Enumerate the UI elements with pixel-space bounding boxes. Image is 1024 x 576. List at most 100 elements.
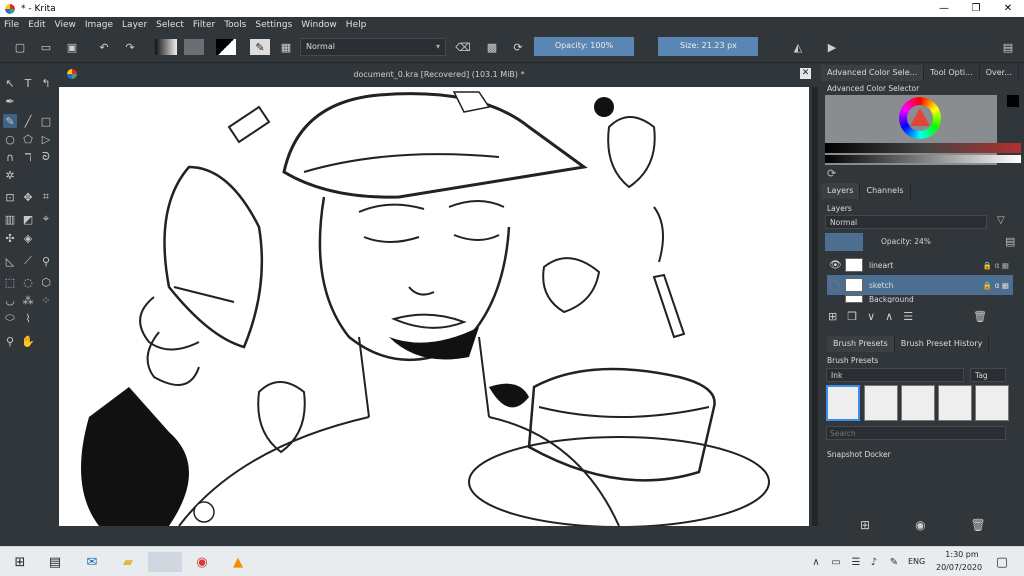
gradient-swatch[interactable]: [155, 39, 177, 55]
volume-icon[interactable]: ♪: [864, 552, 884, 572]
line-tool-icon[interactable]: ╱: [21, 114, 35, 128]
tab-overview[interactable]: Over...: [980, 65, 1019, 81]
layer-filter-icon[interactable]: ▽: [997, 215, 1005, 226]
brush-preset-ink[interactable]: [826, 385, 860, 421]
pen-icon[interactable]: ✎: [884, 552, 904, 572]
menu-file[interactable]: File: [4, 20, 19, 30]
save-icon[interactable]: ▣: [64, 39, 80, 55]
measure-tool-icon[interactable]: ⟋: [21, 254, 35, 268]
menu-edit[interactable]: Edit: [28, 20, 45, 30]
menu-view[interactable]: View: [55, 20, 76, 30]
brush-preset-5[interactable]: [975, 385, 1009, 421]
layer-properties-icon[interactable]: ▤: [1005, 235, 1015, 248]
task-view-icon[interactable]: ▤: [45, 552, 65, 572]
alpha-lock-icon[interactable]: ▩: [484, 39, 500, 55]
horizontal-scrollbar[interactable]: [59, 529, 809, 537]
clock-time[interactable]: 1:30 pm: [942, 550, 982, 559]
select-shapes-icon[interactable]: ↖: [3, 76, 17, 90]
gradient-tool-icon[interactable]: ▥: [3, 212, 17, 226]
tab-channels[interactable]: Channels: [860, 183, 911, 199]
mirror-vertical-icon[interactable]: ▶: [822, 39, 842, 55]
layer-lock-icon[interactable]: 🔒 α ▦: [983, 281, 1009, 290]
foreground-color-swatch[interactable]: [1007, 95, 1019, 107]
brush-settings-icon[interactable]: ▦: [278, 39, 294, 55]
tag-button[interactable]: Tag: [970, 368, 1006, 382]
new-document-icon[interactable]: ▢: [12, 39, 28, 55]
assistant-tool-icon[interactable]: ◺: [3, 254, 17, 268]
polygon-select-icon[interactable]: ⬡: [39, 275, 53, 289]
layer-properties-button-icon[interactable]: ☰: [903, 310, 913, 326]
layer-lock-icon[interactable]: 🔒 α ▦: [983, 261, 1009, 270]
layer-row-lineart[interactable]: 👁 lineart 🔒 α ▦: [827, 255, 1013, 275]
color-picker-icon[interactable]: ⌖: [39, 212, 53, 226]
tab-tool-options[interactable]: Tool Opti...: [924, 65, 980, 81]
bezier-tool-icon[interactable]: ∩: [3, 150, 17, 164]
delete-snapshot-icon[interactable]: 🗑: [971, 518, 986, 532]
menu-image[interactable]: Image: [85, 20, 113, 30]
delete-layer-icon[interactable]: 🗑: [973, 310, 987, 326]
add-snapshot-icon[interactable]: ⊞: [860, 518, 870, 532]
opacity-slider[interactable]: Opacity: 100%: [534, 37, 634, 56]
wifi-icon[interactable]: ☰: [846, 552, 866, 572]
pattern-swatch[interactable]: [184, 39, 204, 55]
layer-row-background[interactable]: Background: [827, 295, 1013, 303]
freehand-brush-icon[interactable]: ✎: [3, 114, 17, 128]
crop-tool-icon[interactable]: ⌗: [39, 190, 53, 204]
color-strip-1[interactable]: [825, 143, 1021, 153]
language-indicator[interactable]: ENG: [908, 557, 925, 566]
tab-brush-presets[interactable]: Brush Presets: [827, 336, 895, 352]
tray-overflow-icon[interactable]: ∧: [806, 552, 826, 572]
camera-icon[interactable]: ◉: [915, 518, 925, 532]
open-folder-icon[interactable]: ▭: [38, 39, 54, 55]
menu-settings[interactable]: Settings: [255, 20, 292, 30]
menu-select[interactable]: Select: [156, 20, 184, 30]
freehand-select-icon[interactable]: ◡: [3, 293, 17, 307]
brush-search-input[interactable]: [826, 426, 1006, 440]
vertical-scrollbar[interactable]: [812, 87, 818, 526]
color-wheel[interactable]: [899, 97, 941, 139]
rectangle-tool-icon[interactable]: □: [39, 114, 53, 128]
tab-advanced-color-selector[interactable]: Advanced Color Sele...: [821, 65, 925, 81]
eraser-icon[interactable]: ⌫: [455, 39, 471, 55]
mail-icon[interactable]: ✉: [82, 552, 102, 572]
dynamic-brush-icon[interactable]: ᘐ: [39, 150, 53, 164]
similar-select-icon[interactable]: ⁘: [39, 293, 53, 307]
reference-tool-icon[interactable]: ⚲: [39, 254, 53, 268]
pan-tool-icon[interactable]: ✋: [21, 334, 35, 348]
windows-start-icon[interactable]: ⊞: [10, 552, 30, 572]
clock-date[interactable]: 20/07/2020: [936, 563, 982, 572]
color-history-icon[interactable]: ⟳: [827, 167, 836, 180]
size-slider[interactable]: Size: 21.23 px: [658, 37, 758, 56]
menu-window[interactable]: Window: [301, 20, 337, 30]
move-layer-down-icon[interactable]: ∨: [867, 310, 875, 326]
magnetic-select-icon[interactable]: ⌇: [21, 311, 35, 325]
color-strip-2[interactable]: [825, 155, 1021, 163]
redo-icon[interactable]: ↷: [122, 39, 138, 55]
maximize-button[interactable]: ❐: [960, 0, 992, 17]
workspace-icon[interactable]: ▤: [1000, 39, 1016, 55]
mirror-horizontal-icon[interactable]: ◭: [788, 39, 808, 55]
ellipse-select-icon[interactable]: ◌: [21, 275, 35, 289]
edit-shapes-icon[interactable]: ↰: [39, 76, 53, 90]
duplicate-layer-icon[interactable]: ❐: [847, 310, 857, 326]
ellipse-tool-icon[interactable]: ○: [3, 132, 17, 146]
add-layer-icon[interactable]: ⊞: [828, 310, 837, 326]
menu-tools[interactable]: Tools: [224, 20, 246, 30]
reload-preset-icon[interactable]: ⟳: [510, 39, 526, 55]
battery-icon[interactable]: ▭: [826, 552, 846, 572]
visibility-off-icon[interactable]: ◯: [829, 280, 840, 291]
transform-tool-icon[interactable]: ⊡: [3, 190, 17, 204]
brush-preset-icon[interactable]: ✎: [250, 39, 270, 55]
krita-taskbar-icon[interactable]: ◍: [148, 552, 182, 572]
smart-patch-icon[interactable]: ✣: [3, 231, 17, 245]
chrome-icon[interactable]: ◉: [192, 552, 212, 572]
visibility-eye-icon[interactable]: 👁: [829, 260, 842, 271]
undo-icon[interactable]: ↶: [96, 39, 112, 55]
brush-tag-select[interactable]: Ink: [826, 368, 964, 382]
calligraphy-icon[interactable]: ✒: [3, 94, 17, 108]
vlc-icon[interactable]: ▲: [228, 552, 248, 572]
minimize-button[interactable]: —: [928, 0, 960, 17]
color-swatch[interactable]: [216, 39, 236, 55]
menu-filter[interactable]: Filter: [193, 20, 215, 30]
polyline-tool-icon[interactable]: ▷: [39, 132, 53, 146]
